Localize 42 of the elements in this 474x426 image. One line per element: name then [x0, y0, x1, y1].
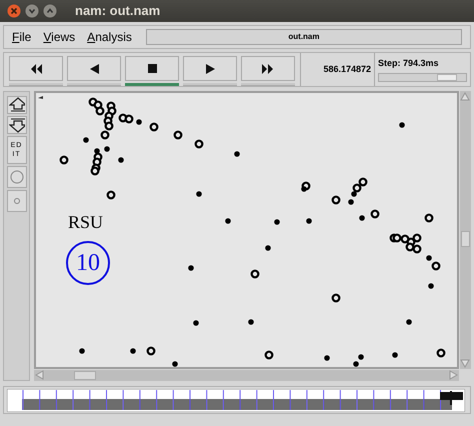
rsu-label: RSU: [68, 213, 104, 231]
zoom-in-button[interactable]: [6, 96, 26, 114]
vertical-scrollbar[interactable]: [460, 91, 471, 369]
maximize-icon[interactable]: [43, 4, 57, 18]
window-title: nam: out.nam: [75, 2, 160, 20]
play-button[interactable]: [183, 56, 237, 81]
zoom-out-icon: [8, 117, 24, 133]
stop-icon: [148, 64, 156, 74]
origin-marker-icon: [38, 96, 43, 99]
menu-item[interactable]: Analysis: [87, 28, 132, 46]
play-icon: [206, 64, 214, 74]
rsu-node[interactable]: 10: [66, 241, 110, 285]
fast-forward-button[interactable]: [241, 56, 295, 81]
minimize-icon[interactable]: [25, 4, 39, 18]
back-button[interactable]: [67, 56, 121, 81]
large-node-button[interactable]: [6, 166, 26, 188]
network-canvas[interactable]: RSU 10: [34, 91, 459, 369]
rewind-button[interactable]: [9, 56, 63, 81]
rewind-icon: [30, 64, 42, 74]
small-node-button[interactable]: [6, 190, 26, 212]
step-label: Step: 794.3ms: [378, 56, 440, 70]
step-slider[interactable]: [378, 73, 467, 82]
zoom-out-button[interactable]: [6, 116, 26, 134]
horizontal-scrollbar[interactable]: [34, 370, 459, 381]
time-display: 586.174872: [300, 53, 375, 86]
menu-item[interactable]: Views: [43, 28, 76, 46]
zoom-in-icon: [8, 97, 24, 113]
scroll-right-icon[interactable]: [449, 370, 458, 380]
scroll-down-icon[interactable]: [460, 359, 470, 368]
scroll-left-icon[interactable]: [35, 370, 44, 380]
back-icon: [90, 64, 98, 74]
close-icon[interactable]: [7, 4, 21, 18]
large-circle-icon: [8, 169, 24, 185]
scroll-thumb[interactable]: [74, 371, 96, 380]
playhead-marker-icon[interactable]: [440, 390, 463, 404]
slider-thumb[interactable]: [437, 74, 458, 82]
scroll-up-icon[interactable]: [460, 92, 470, 101]
menu-item[interactable]: File: [12, 28, 32, 46]
file-name-label: out.nam: [146, 29, 462, 45]
fast-forward-icon: [262, 64, 274, 74]
stop-button[interactable]: [125, 56, 179, 81]
scroll-thumb[interactable]: [461, 231, 470, 247]
